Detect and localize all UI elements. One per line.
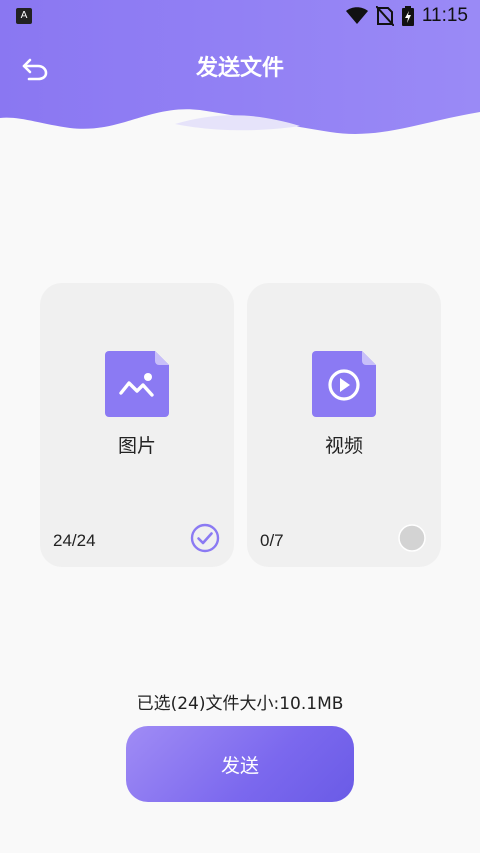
send-button[interactable]: 发送: [126, 726, 354, 802]
wifi-icon: [345, 7, 368, 24]
status-time: 11:15: [421, 5, 468, 26]
app-notification-icon: A: [16, 8, 32, 24]
image-file-icon: [105, 351, 169, 417]
page-title: 发送文件: [195, 56, 284, 81]
status-bar: A 11:15: [0, 0, 480, 32]
category-label: 图片: [117, 435, 156, 457]
header: A 11:15 发送文件: [0, 0, 480, 140]
category-count: 24/24: [53, 531, 96, 550]
category-label: 视频: [324, 435, 363, 457]
selection-summary: 已选(24)文件大小:10.1MB: [136, 694, 344, 714]
checked-circle-icon[interactable]: [190, 523, 220, 553]
no-sim-icon: [375, 6, 394, 26]
category-card-images[interactable]: 图片 24/24: [40, 283, 234, 567]
battery-charging-icon: [401, 6, 414, 26]
category-card-videos[interactable]: 视频 0/7: [247, 283, 441, 567]
video-file-icon: [312, 351, 376, 417]
unchecked-circle-icon[interactable]: [397, 523, 427, 553]
category-count: 0/7: [260, 531, 284, 550]
